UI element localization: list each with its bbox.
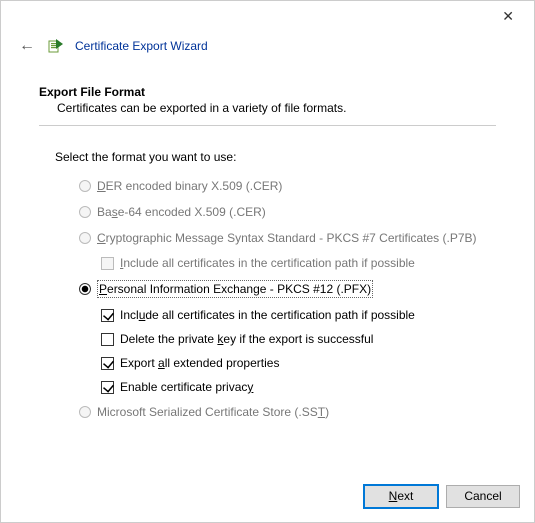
checkbox-pfx-privacy[interactable]: Enable certificate privacy [101,380,496,394]
wizard-icon [47,38,63,54]
wizard-title: Certificate Export Wizard [75,39,208,53]
radio-pkcs7: Cryptographic Message Syntax Standard - … [79,230,496,246]
checkbox-label: Export all extended properties [120,356,279,370]
section-description: Certificates can be exported in a variet… [57,101,496,115]
radio-icon [79,206,91,218]
cancel-button[interactable]: Cancel [446,485,520,508]
checkbox-icon [101,333,114,346]
radio-icon [79,406,91,418]
radio-icon [79,232,91,244]
checkbox-label: Include all certificates in the certific… [120,256,415,270]
radio-label: Base-64 encoded X.509 (.CER) [97,204,266,220]
radio-base64: Base-64 encoded X.509 (.CER) [79,204,496,220]
back-icon[interactable]: ← [19,37,35,55]
checkbox-pfx-delete[interactable]: Delete the private key if the export is … [101,332,496,346]
checkbox-label: Include all certificates in the certific… [120,308,415,322]
checkbox-icon [101,357,114,370]
checkbox-icon [101,257,114,270]
checkbox-icon [101,309,114,322]
radio-label: Cryptographic Message Syntax Standard - … [97,230,477,246]
radio-icon [79,180,91,192]
radio-label: Personal Information Exchange - PKCS #12… [97,280,373,298]
checkbox-label: Enable certificate privacy [120,380,253,394]
checkbox-label: Delete the private key if the export is … [120,332,373,346]
separator [39,125,496,126]
radio-sst: Microsoft Serialized Certificate Store (… [79,404,496,420]
radio-icon [79,283,91,295]
radio-pfx[interactable]: Personal Information Exchange - PKCS #12… [79,280,496,298]
checkbox-pfx-extended[interactable]: Export all extended properties [101,356,496,370]
section-title: Export File Format [39,85,496,99]
radio-label: DER encoded binary X.509 (.CER) [97,178,282,194]
format-prompt: Select the format you want to use: [55,150,496,164]
radio-label: Microsoft Serialized Certificate Store (… [97,404,329,420]
next-button[interactable]: Next [364,485,438,508]
checkbox-icon [101,381,114,394]
radio-der: DER encoded binary X.509 (.CER) [79,178,496,194]
close-icon[interactable]: ✕ [494,4,522,29]
checkbox-pfx-include[interactable]: Include all certificates in the certific… [101,308,496,322]
checkbox-pkcs7-include: Include all certificates in the certific… [101,256,496,270]
